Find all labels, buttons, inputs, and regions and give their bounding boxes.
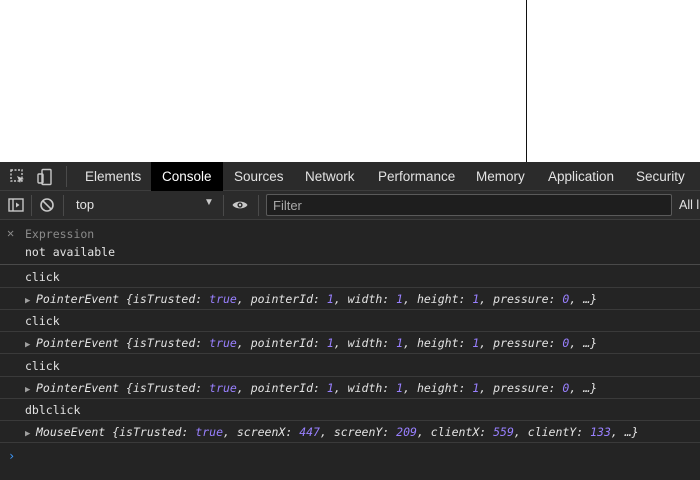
expand-triangle-icon[interactable]: ▶ [25, 340, 36, 350]
log-text: dblclick [25, 403, 81, 417]
object-preview[interactable]: ▶ PointerEvent {isTrusted: true, pointerI… [25, 336, 597, 350]
console-message: ▶ PointerEvent {isTrusted: true, pointerI… [0, 377, 700, 399]
object-preview[interactable]: ▶ MouseEvent {isTrusted: true, screenX: 4… [25, 425, 639, 439]
object-preview[interactable]: ▶ PointerEvent {isTrusted: true, pointerI… [25, 292, 597, 306]
tab-performance[interactable]: Performance [367, 162, 466, 191]
tab-application[interactable]: Application [537, 162, 625, 191]
live-expression-value: not available [25, 245, 116, 259]
live-expression-label[interactable]: Expression [25, 227, 94, 241]
live-expression-eye-icon[interactable] [231, 196, 249, 214]
expand-triangle-icon[interactable]: ▶ [25, 385, 36, 395]
page-divider-line [526, 0, 527, 162]
object-preview[interactable]: ▶ PointerEvent {isTrusted: true, pointerI… [25, 381, 597, 395]
console-message: click [0, 355, 700, 377]
console-prompt-icon[interactable]: › [8, 449, 15, 463]
console-message: ▶ MouseEvent {isTrusted: true, screenX: 4… [0, 421, 700, 443]
toolbar-separator [258, 195, 259, 216]
tab-elements[interactable]: Elements [74, 162, 152, 191]
log-text: click [25, 359, 60, 373]
console-message: ▶ PointerEvent {isTrusted: true, pointerI… [0, 288, 700, 310]
devtools-tab-bar: Elements Console Sources Network Perform… [0, 162, 700, 191]
caret-down-icon: ▼ [204, 197, 214, 208]
console-message: click [0, 266, 700, 288]
expand-triangle-icon[interactable]: ▶ [25, 429, 36, 439]
live-expression: ✕ Expression not available [0, 221, 700, 265]
device-toolbar-icon[interactable] [36, 168, 54, 186]
inspect-element-icon[interactable] [9, 168, 27, 186]
context-value: top [76, 197, 95, 212]
log-levels-dropdown[interactable]: All l [679, 198, 699, 212]
expand-triangle-icon[interactable]: ▶ [25, 296, 36, 306]
close-icon[interactable]: ✕ [7, 226, 14, 240]
tab-bar-separator [66, 166, 67, 187]
console-message: ▶ PointerEvent {isTrusted: true, pointerI… [0, 332, 700, 354]
tab-console[interactable]: Console [151, 162, 223, 191]
console-output: ✕ Expression not available click ▶ Pointe… [0, 221, 700, 480]
execution-context-select[interactable]: top ▼ [70, 194, 220, 217]
console-message: dblclick [0, 399, 700, 421]
tab-security[interactable]: Security [625, 162, 696, 191]
toolbar-separator [223, 195, 224, 216]
clear-console-icon[interactable] [38, 196, 56, 214]
tab-network[interactable]: Network [294, 162, 366, 191]
tab-sources[interactable]: Sources [223, 162, 295, 191]
toolbar-separator [31, 195, 32, 216]
show-sidebar-icon[interactable] [7, 196, 25, 214]
devtools-panel: Elements Console Sources Network Perform… [0, 162, 700, 480]
console-message: click [0, 310, 700, 332]
toolbar-separator [63, 195, 64, 216]
log-text: click [25, 270, 60, 284]
inspected-page [0, 0, 700, 162]
log-text: click [25, 314, 60, 328]
console-filter-input[interactable] [266, 194, 672, 216]
tab-memory[interactable]: Memory [465, 162, 536, 191]
console-toolbar: top ▼ All l [0, 191, 700, 220]
